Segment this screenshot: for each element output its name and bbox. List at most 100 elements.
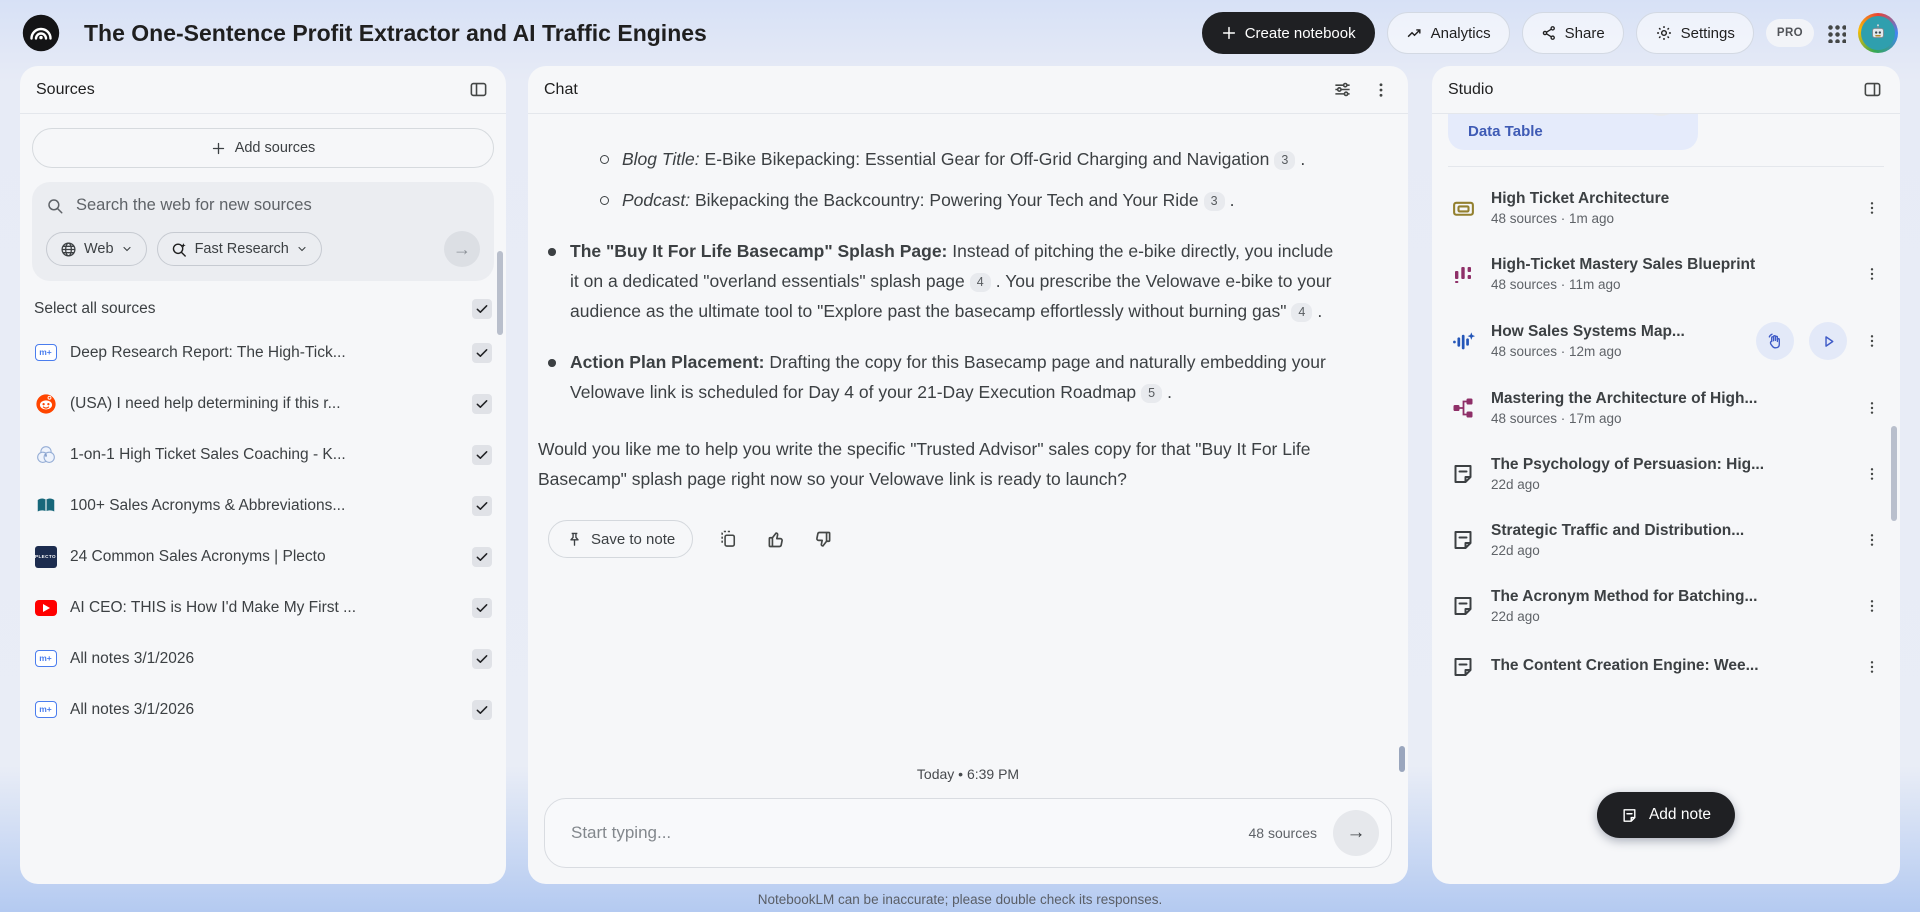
note-icon [1450, 527, 1476, 553]
chat-input-box[interactable]: 48 sources → [544, 798, 1392, 868]
top-bar: The One-Sentence Profit Extractor and AI… [0, 0, 1920, 66]
pin-icon [570, 532, 579, 546]
source-item[interactable]: 1-on-1 High Ticket Sales Coaching - K... [26, 429, 500, 480]
play-button[interactable] [1809, 322, 1847, 360]
source-title: Deep Research Report: The High-Tick... [70, 343, 346, 361]
thumbs-down-icon[interactable] [811, 527, 836, 552]
gear-icon [1656, 26, 1671, 40]
item-more-menu-icon[interactable] [1862, 598, 1882, 614]
studio-item[interactable]: High Ticket Architecture 48 sources · 1m… [1442, 175, 1890, 241]
interactive-mode-button[interactable] [1756, 322, 1794, 360]
analytics-button[interactable]: Analytics [1386, 12, 1510, 54]
source-checkbox[interactable] [472, 342, 492, 363]
web-filter-label: Web [84, 241, 114, 257]
robot-avatar-image [1861, 16, 1895, 50]
source-item[interactable]: (USA) I need help determining if this r.… [26, 378, 500, 429]
source-checkbox[interactable] [472, 444, 492, 465]
chevron-down-icon [298, 246, 306, 252]
source-checkbox[interactable] [472, 546, 492, 567]
item-more-menu-icon[interactable] [1862, 400, 1882, 416]
studio-item[interactable]: High-Ticket Mastery Sales Blueprint 48 s… [1442, 241, 1890, 307]
apps-grid-icon[interactable] [1826, 23, 1846, 43]
source-item[interactable]: m+ All notes 3/1/2026 [26, 633, 500, 684]
create-notebook-button[interactable]: Create notebook [1201, 12, 1375, 54]
source-item[interactable]: PLECTO 24 Common Sales Acronyms | Plecto [26, 531, 500, 582]
save-to-note-button[interactable]: Save to note [548, 520, 694, 558]
studio-item-meta: 48 sources · 17m ago [1491, 411, 1622, 426]
chevron-right-icon[interactable] [1642, 114, 1680, 116]
source-item[interactable]: m+ Deep Research Report: The High-Tick..… [26, 327, 500, 378]
settings-button[interactable]: Settings [1635, 12, 1754, 54]
chat-panel: Chat Blog Title: E-Bike Bikepacking: Ess… [528, 66, 1408, 884]
chat-message-area: Blog Title: E-Bike Bikepacking: Essentia… [528, 114, 1408, 696]
source-item[interactable]: AI CEO: THIS is How I'd Make My First ..… [26, 582, 500, 633]
disclaimer-text: NotebookLM can be inaccurate; please dou… [757, 892, 1163, 907]
add-sources-button[interactable]: Add sources [32, 128, 494, 168]
select-all-checkbox[interactable] [472, 299, 492, 319]
citation-chip[interactable]: 3 [1203, 191, 1225, 211]
studio-item[interactable]: How Sales Systems Map... 48 sources · 12… [1442, 307, 1890, 375]
flashcards-icon [1450, 195, 1476, 221]
citation-chip[interactable]: 3 [1274, 150, 1296, 170]
source-checkbox[interactable] [472, 597, 492, 618]
sources-title: Sources [36, 80, 95, 98]
item-more-menu-icon[interactable] [1862, 200, 1882, 216]
studio-item[interactable]: The Psychology of Persuasion: Hig... 22d… [1442, 441, 1890, 507]
studio-item[interactable]: The Content Creation Engine: Wee... [1442, 639, 1890, 695]
citation-chip[interactable]: 5 [1141, 383, 1163, 403]
source-item[interactable]: m+ All notes 3/1/2026 [26, 684, 500, 735]
data-table-chip[interactable]: Data Table [1448, 114, 1698, 150]
citation-chip[interactable]: 4 [1291, 302, 1313, 322]
chat-bullet: Action Plan Placement: Drafting the copy… [544, 347, 1334, 407]
notebooklm-logo-icon[interactable] [22, 14, 60, 52]
copy-icon[interactable] [716, 527, 740, 551]
user-avatar[interactable] [1858, 13, 1898, 53]
studio-item[interactable]: Strategic Traffic and Distribution... 22… [1442, 507, 1890, 573]
reddit-icon [34, 392, 57, 415]
item-more-menu-icon[interactable] [1862, 266, 1882, 282]
web-filter-dropdown[interactable]: Web [46, 232, 147, 266]
studio-panel-header: Studio [1432, 66, 1900, 114]
source-title: 1-on-1 High Ticket Sales Coaching - K... [70, 445, 346, 463]
chat-more-menu-icon[interactable] [1370, 79, 1392, 101]
studio-body: Data Table High Ticket Architecture 48 s… [1432, 114, 1900, 884]
studio-item-title: The Psychology of Persuasion: Hig... [1491, 456, 1765, 473]
source-checkbox[interactable] [472, 648, 492, 669]
thumbs-up-icon[interactable] [763, 527, 788, 552]
source-checkbox[interactable] [472, 699, 492, 720]
item-more-menu-icon[interactable] [1862, 466, 1882, 482]
send-button[interactable]: → [1333, 810, 1379, 856]
item-more-menu-icon[interactable] [1862, 659, 1882, 675]
message-actions: Save to note [548, 520, 1334, 558]
search-submit-button[interactable]: → [444, 231, 480, 267]
collapse-sources-panel-icon[interactable] [467, 78, 490, 101]
source-checkbox[interactable] [472, 495, 492, 516]
chat-input[interactable] [571, 823, 1249, 843]
research-mode-dropdown[interactable]: Fast Research [156, 232, 322, 266]
citation-chip[interactable]: 4 [969, 272, 991, 292]
chat-settings-icon[interactable] [1331, 78, 1354, 101]
collapse-studio-panel-icon[interactable] [1861, 78, 1884, 101]
studio-item[interactable]: The Acronym Method for Batching... 22d a… [1442, 573, 1890, 639]
youtube-icon [34, 596, 57, 619]
item-more-menu-icon[interactable] [1862, 532, 1882, 548]
sources-scrollbar[interactable] [497, 251, 503, 335]
item-more-menu-icon[interactable] [1862, 333, 1882, 349]
chat-scrollbar[interactable] [1399, 746, 1405, 772]
source-checkbox[interactable] [472, 393, 492, 414]
share-button[interactable]: Share [1521, 12, 1624, 54]
studio-item-title: The Acronym Method for Batching... [1491, 588, 1758, 605]
studio-item-title: The Content Creation Engine: Wee... [1491, 656, 1759, 674]
studio-item[interactable]: Mastering the Architecture of High... 48… [1442, 375, 1890, 441]
data-table-chip-label: Data Table [1468, 123, 1543, 140]
chat-title: Chat [544, 80, 578, 98]
studio-scrollbar[interactable] [1891, 426, 1897, 521]
source-item[interactable]: 100+ Sales Acronyms & Abbreviations... [26, 480, 500, 531]
globe-icon [61, 241, 76, 257]
sources-list: m+ Deep Research Report: The High-Tick..… [20, 323, 506, 743]
add-note-button[interactable]: Add note [1596, 792, 1736, 838]
source-title: All notes 3/1/2026 [70, 700, 195, 718]
chat-closing-paragraph: Would you like me to help you write the … [538, 439, 1311, 489]
search-input[interactable] [76, 196, 480, 215]
chat-sub-bullet: Podcast: Bikepacking the Backcountry: Po… [596, 185, 1334, 215]
